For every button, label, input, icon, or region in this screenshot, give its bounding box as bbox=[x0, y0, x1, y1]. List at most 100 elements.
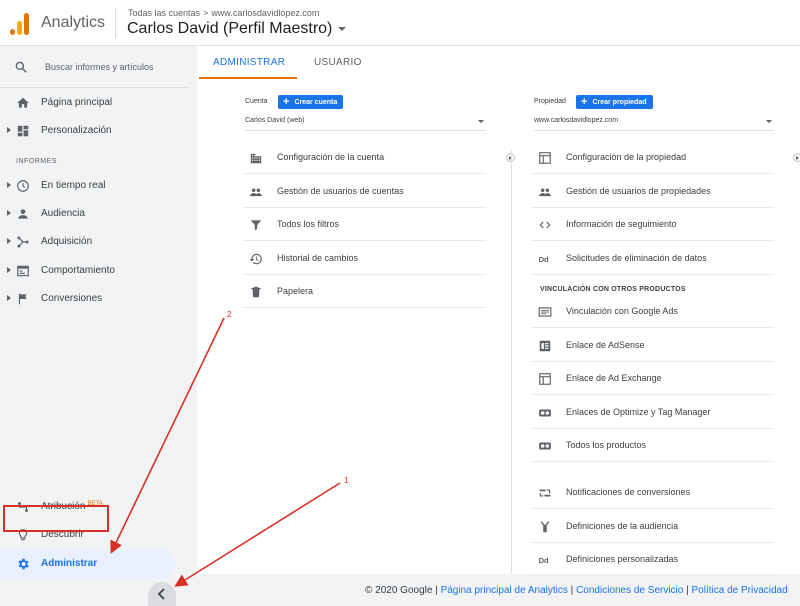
profile-name: Carlos David (Perfil Maestro) bbox=[127, 20, 333, 37]
sidebar-item-home[interactable]: Página principal bbox=[0, 90, 190, 116]
settings-row[interactable]: Vinculación con Google Ads bbox=[532, 295, 774, 328]
settings-row[interactable]: Definiciones de la audiencia bbox=[532, 510, 774, 543]
settings-row-label: Todos los productos bbox=[566, 440, 647, 450]
settings-row[interactable]: Información de seguimiento bbox=[532, 208, 774, 241]
create-account-button[interactable]: + Crear cuenta bbox=[278, 95, 344, 109]
account-header: Cuenta bbox=[245, 98, 268, 105]
account-selector[interactable]: Carlos David (web) bbox=[245, 117, 486, 131]
tab-bar: ADMINISTRAR USUARIO bbox=[197, 46, 800, 80]
search-bar[interactable]: Buscar informes y artículos bbox=[0, 46, 190, 88]
chevron-down-icon bbox=[766, 120, 772, 123]
tab-user[interactable]: USUARIO bbox=[314, 57, 362, 68]
settings-row[interactable]: Historial de cambios bbox=[243, 242, 486, 275]
beta-badge: BETA bbox=[87, 501, 103, 507]
sidebar-item-label: Personalización bbox=[41, 125, 112, 136]
collapse-sidebar-button[interactable] bbox=[148, 582, 176, 606]
sidebar-item-discover[interactable]: Descubrir bbox=[0, 522, 190, 548]
settings-row-label: Todos los filtros bbox=[277, 219, 340, 229]
home-icon bbox=[17, 97, 29, 108]
settings-row[interactable]: Dd Solicitudes de eliminación de datos bbox=[532, 242, 774, 275]
expand-arrow-icon bbox=[7, 238, 11, 244]
move-arrow-button[interactable] bbox=[793, 153, 800, 162]
tab-admin[interactable]: ADMINISTRAR bbox=[213, 57, 285, 68]
property-selector[interactable]: www.carlosdavidlopez.com bbox=[534, 117, 774, 131]
dd-icon: Dd bbox=[539, 556, 549, 565]
view-selector[interactable]: Carlos David (Perfil Maestro) bbox=[127, 20, 347, 38]
settings-row[interactable]: Enlace de Ad Exchange bbox=[532, 362, 774, 395]
breadcrumb-site[interactable]: www.carlosdavidlopez.com bbox=[211, 8, 319, 18]
sidebar-item-audience[interactable]: Audiencia bbox=[0, 201, 190, 227]
breadcrumb-separator: > bbox=[203, 8, 209, 18]
sidebar-item-conversions[interactable]: Conversiones bbox=[0, 286, 190, 312]
settings-row[interactable]: Enlaces de Optimize y Tag Manager bbox=[532, 396, 774, 429]
gear-icon bbox=[18, 558, 29, 570]
settings-row[interactable]: Configuración de la cuenta bbox=[243, 141, 486, 174]
annotation-label-2: 2 bbox=[227, 310, 232, 319]
settings-row[interactable]: Dd Definiciones personalizadas bbox=[532, 543, 774, 576]
settings-row-label: Configuración de la cuenta bbox=[277, 152, 385, 162]
create-property-button[interactable]: + Crear propiedad bbox=[576, 95, 653, 109]
settings-row[interactable]: Todos los productos bbox=[532, 429, 774, 462]
group-icon bbox=[250, 188, 262, 196]
top-header: Analytics Todas las cuentas > www.carlosda… bbox=[0, 0, 800, 46]
sidebar-item-acquisition[interactable]: Adquisición bbox=[0, 229, 190, 255]
create-property-label: Crear propiedad bbox=[592, 99, 647, 106]
products-icon bbox=[539, 442, 551, 450]
sidebar-item-label: Página principal bbox=[41, 97, 113, 108]
settings-row-label: Definiciones de la audiencia bbox=[566, 520, 679, 531]
sidebar: Buscar informes y artículos Página princ… bbox=[0, 46, 190, 606]
sidebar-item-label: Conversiones bbox=[41, 293, 103, 304]
window-icon bbox=[539, 152, 551, 164]
property-selected-value: www.carlosdavidlopez.com bbox=[534, 117, 619, 124]
dashboard-icon bbox=[17, 125, 29, 137]
behavior-icon bbox=[17, 265, 29, 277]
expand-arrow-icon bbox=[7, 182, 11, 188]
audience-def-icon bbox=[540, 521, 550, 532]
footer-link-home[interactable]: Página principal de Analytics bbox=[441, 585, 568, 596]
sidebar-item-realtime[interactable]: En tiempo real bbox=[0, 173, 190, 199]
sidebar-item-label: Audiencia bbox=[41, 208, 85, 219]
settings-row-label: Definiciones personalizadas bbox=[566, 554, 679, 564]
breadcrumb[interactable]: Todas las cuentas > www.carlosdavidlopez.c… bbox=[128, 8, 319, 18]
breadcrumb-accounts[interactable]: Todas las cuentas bbox=[128, 8, 200, 18]
app-name: Analytics bbox=[41, 14, 106, 31]
chevron-down-icon bbox=[338, 26, 347, 31]
settings-row[interactable]: Gestión de usuarios de propiedades bbox=[532, 175, 774, 208]
person-icon bbox=[18, 209, 28, 219]
history-icon bbox=[249, 253, 262, 264]
footer-link-privacy[interactable]: Política de Privacidad bbox=[692, 585, 788, 596]
footer-link-terms[interactable]: Condiciones de Servicio bbox=[576, 585, 683, 596]
settings-row-label: Gestión de usuarios de cuentas bbox=[277, 185, 404, 196]
search-input[interactable]: Buscar informes y artículos bbox=[45, 62, 154, 72]
settings-row[interactable]: Todos los filtros bbox=[243, 208, 486, 241]
settings-row[interactable]: Enlace de AdSense bbox=[532, 329, 774, 362]
search-icon bbox=[15, 61, 27, 73]
settings-row-label: Configuración de la propiedad bbox=[566, 152, 687, 162]
settings-row-label: Notificaciones de conversiones bbox=[566, 487, 691, 497]
settings-row[interactable]: Notificaciones de conversiones bbox=[532, 476, 774, 509]
expand-arrow-icon bbox=[7, 295, 11, 301]
reports-section-title: INFORMES bbox=[16, 158, 57, 165]
settings-row-label: Enlace de Ad Exchange bbox=[566, 373, 662, 383]
chevron-left-icon bbox=[157, 588, 165, 600]
sidebar-item-attribution[interactable]: Atribución BETA bbox=[0, 494, 190, 520]
settings-row-label: Vinculación con Google Ads bbox=[566, 306, 678, 316]
settings-row-label: Solicitudes de eliminación de datos bbox=[566, 252, 707, 263]
postback-icon bbox=[539, 489, 551, 497]
attribution-label: Atribución bbox=[41, 501, 86, 512]
header-divider bbox=[115, 8, 116, 38]
sidebar-item-admin[interactable]: Administrar bbox=[0, 550, 175, 578]
settings-row[interactable]: Gestión de usuarios de cuentas bbox=[243, 175, 486, 208]
expand-arrow-icon bbox=[7, 127, 11, 133]
settings-row[interactable]: Papelera bbox=[243, 275, 486, 308]
sidebar-item-label: Adquisición bbox=[41, 236, 93, 247]
settings-row-label: Papelera bbox=[277, 286, 314, 296]
optimize-icon bbox=[539, 409, 551, 416]
active-tab-indicator bbox=[199, 77, 297, 79]
column-divider bbox=[511, 150, 512, 574]
sidebar-item-behavior[interactable]: Comportamiento bbox=[0, 258, 190, 284]
settings-row[interactable]: Configuración de la propiedad bbox=[532, 141, 774, 174]
filter-icon bbox=[250, 220, 262, 231]
sidebar-item-customization[interactable]: Personalización bbox=[0, 118, 190, 144]
analytics-logo[interactable] bbox=[10, 13, 30, 35]
